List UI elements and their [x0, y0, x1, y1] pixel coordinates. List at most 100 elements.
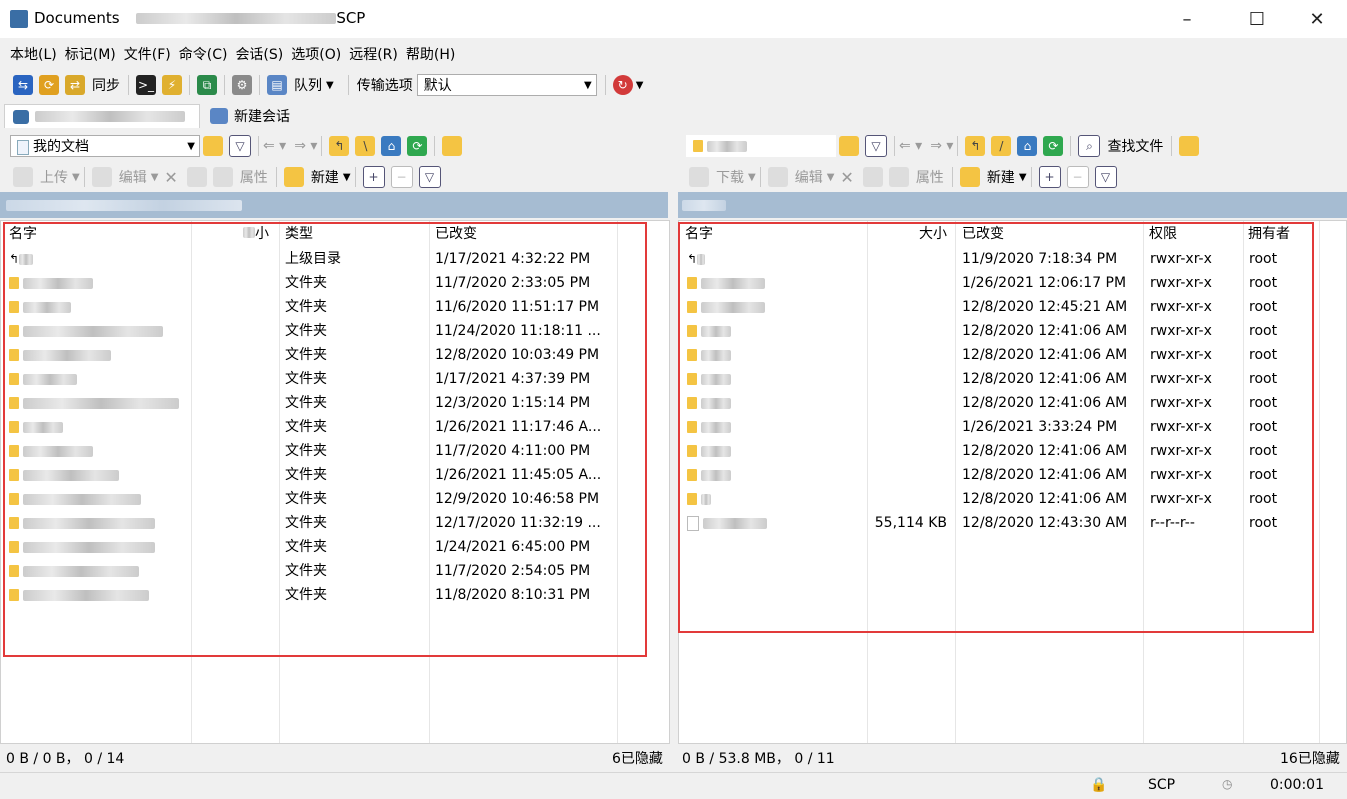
download-button[interactable]: 下载: [716, 167, 744, 187]
root-directory-icon[interactable]: \: [355, 136, 376, 156]
chevron-down-icon[interactable]: ▼: [748, 172, 756, 183]
window-title: Documents: [34, 9, 120, 27]
properties-button[interactable]: 属性: [240, 167, 268, 187]
chevron-down-icon[interactable]: ▼: [636, 80, 644, 91]
menu-session[interactable]: 会话(S): [235, 44, 283, 64]
reconnect-icon[interactable]: ↻: [612, 75, 633, 95]
status-bar: 🔒 SCP ◷ 0:00:01: [0, 772, 1347, 799]
select-plus-icon[interactable]: +: [1038, 166, 1061, 188]
home-icon[interactable]: ⌂: [1017, 136, 1038, 156]
left-nav-toolbar: 我的文档 ▼ ▽ ⇐ ▾ ⇒ ▾ ↰ \ ⌂ ⟳: [0, 131, 670, 161]
menu-mark[interactable]: 标记(M): [65, 44, 116, 64]
filter-icon[interactable]: ▽: [1094, 166, 1117, 188]
left-status: 0 B / 0 B， 0 / 14: [6, 751, 125, 767]
delete-icon[interactable]: ✕: [164, 168, 177, 187]
highlight-box-right: [678, 222, 1314, 633]
right-nav-toolbar: ▽ ⇐ ▾ ⇒ ▾ ↰ / ⌂ ⟳ ⌕ 查找文件: [680, 131, 1347, 161]
back-arrow-icon[interactable]: ⇐ ▾: [899, 138, 922, 154]
new-folder-icon[interactable]: [283, 167, 304, 187]
maximize-button[interactable]: ☐: [1234, 0, 1280, 38]
synchronize-button[interactable]: 同步: [92, 75, 120, 95]
right-hidden-count: 16已隐藏: [1280, 751, 1340, 767]
tree-icon[interactable]: [1179, 136, 1200, 156]
filter-icon[interactable]: ▽: [865, 135, 887, 157]
upload-icon[interactable]: [13, 167, 33, 187]
home-icon[interactable]: ⌂: [381, 136, 402, 156]
refresh-icon[interactable]: ⟳: [1043, 136, 1064, 156]
root-directory-icon[interactable]: /: [991, 136, 1012, 156]
rename-icon[interactable]: [862, 167, 883, 187]
menu-file[interactable]: 文件(F): [124, 44, 171, 64]
rename-icon[interactable]: [186, 167, 207, 187]
tree-icon[interactable]: [442, 136, 463, 156]
parent-directory-icon[interactable]: ↰: [329, 136, 350, 156]
edit-icon[interactable]: [91, 167, 112, 187]
transfer-options-select[interactable]: 默认 ▼: [416, 74, 597, 96]
edit-icon[interactable]: [767, 167, 788, 187]
clock-icon: ◷: [1222, 777, 1233, 791]
sync-browse-icon[interactable]: ⟳: [39, 75, 59, 95]
properties-icon[interactable]: [212, 167, 233, 187]
find-files-button[interactable]: 查找文件: [1107, 136, 1163, 156]
new-button[interactable]: 新建: [311, 167, 339, 187]
close-button[interactable]: ✕: [1294, 0, 1340, 38]
chevron-down-icon[interactable]: ▼: [72, 172, 80, 183]
synchronize-icon[interactable]: ⇄: [65, 75, 85, 95]
edit-button[interactable]: 编辑: [119, 167, 147, 187]
new-folder-icon[interactable]: [959, 167, 980, 187]
select-minus-icon[interactable]: −: [390, 166, 413, 188]
properties-button[interactable]: 属性: [916, 167, 944, 187]
new-button[interactable]: 新建: [987, 167, 1015, 187]
menu-remote[interactable]: 远程(R): [349, 44, 398, 64]
refresh-icon[interactable]: ⟳: [407, 136, 428, 156]
right-location-select[interactable]: [686, 135, 836, 157]
edit-button[interactable]: 编辑: [795, 167, 823, 187]
terminal-icon[interactable]: >_: [136, 75, 156, 95]
filter-icon[interactable]: ▽: [418, 166, 441, 188]
new-session-icon: [210, 108, 228, 124]
filter-icon[interactable]: ▽: [229, 135, 251, 157]
menu-commands[interactable]: 命令(C): [179, 44, 228, 64]
putty-icon[interactable]: ⚡: [162, 75, 182, 95]
find-files-icon[interactable]: ⌕: [1078, 135, 1101, 157]
properties-icon[interactable]: [888, 167, 909, 187]
back-arrow-icon[interactable]: ⇐ ▾: [263, 138, 286, 154]
right-path-bar[interactable]: [678, 192, 1347, 218]
redacted-host: [136, 13, 337, 24]
menu-bar: 本地(L) 标记(M) 文件(F) 命令(C) 会话(S) 选项(O) 远程(R…: [0, 40, 1347, 68]
open-session-icon[interactable]: ⧉: [197, 75, 217, 95]
forward-arrow-icon[interactable]: ⇒ ▾: [294, 138, 317, 154]
queue-icon[interactable]: ▤: [267, 75, 287, 95]
gear-icon[interactable]: ⚙: [232, 75, 252, 95]
tab-new-session[interactable]: 新建会话: [202, 104, 298, 128]
chevron-down-icon[interactable]: ▼: [326, 80, 334, 91]
open-folder-icon[interactable]: [203, 136, 223, 156]
menu-help[interactable]: 帮助(H): [406, 44, 455, 64]
queue-button[interactable]: 队列: [294, 75, 322, 95]
chevron-down-icon[interactable]: ▼: [1019, 172, 1027, 183]
left-action-toolbar: 上传 ▼ 编辑 ▼ ✕ 属性 新建 ▼ + − ▽: [0, 162, 670, 192]
compare-icon[interactable]: ⇆: [13, 75, 33, 95]
app-icon: [10, 10, 28, 28]
download-icon[interactable]: [689, 167, 709, 187]
chevron-down-icon: ▼: [584, 79, 592, 91]
open-folder-icon[interactable]: [839, 136, 859, 156]
tab-current-session[interactable]: [4, 104, 200, 128]
select-plus-icon[interactable]: +: [362, 166, 385, 188]
transfer-options-label: 传输选项: [356, 78, 413, 94]
minimize-button[interactable]: –: [1164, 0, 1210, 38]
menu-options[interactable]: 选项(O): [291, 44, 341, 64]
upload-button[interactable]: 上传: [40, 167, 68, 187]
chevron-down-icon[interactable]: ▼: [343, 172, 351, 183]
session-tabs: 新建会话: [0, 102, 1347, 128]
chevron-down-icon[interactable]: ▼: [151, 172, 159, 183]
menu-local[interactable]: 本地(L): [10, 44, 57, 64]
left-location-select[interactable]: 我的文档 ▼: [10, 135, 200, 157]
chevron-down-icon[interactable]: ▼: [827, 172, 835, 183]
left-path-bar[interactable]: [0, 192, 668, 218]
main-toolbar: ⇆ ⟳ ⇄ 同步 >_ ⚡ ⧉ ⚙ ▤ 队列 ▼ 传输选项 默认 ▼ ↻ ▼: [0, 70, 1347, 100]
forward-arrow-icon[interactable]: ⇒ ▾: [930, 138, 953, 154]
parent-directory-icon[interactable]: ↰: [965, 136, 986, 156]
select-minus-icon[interactable]: −: [1066, 166, 1089, 188]
delete-icon[interactable]: ✕: [840, 168, 853, 187]
